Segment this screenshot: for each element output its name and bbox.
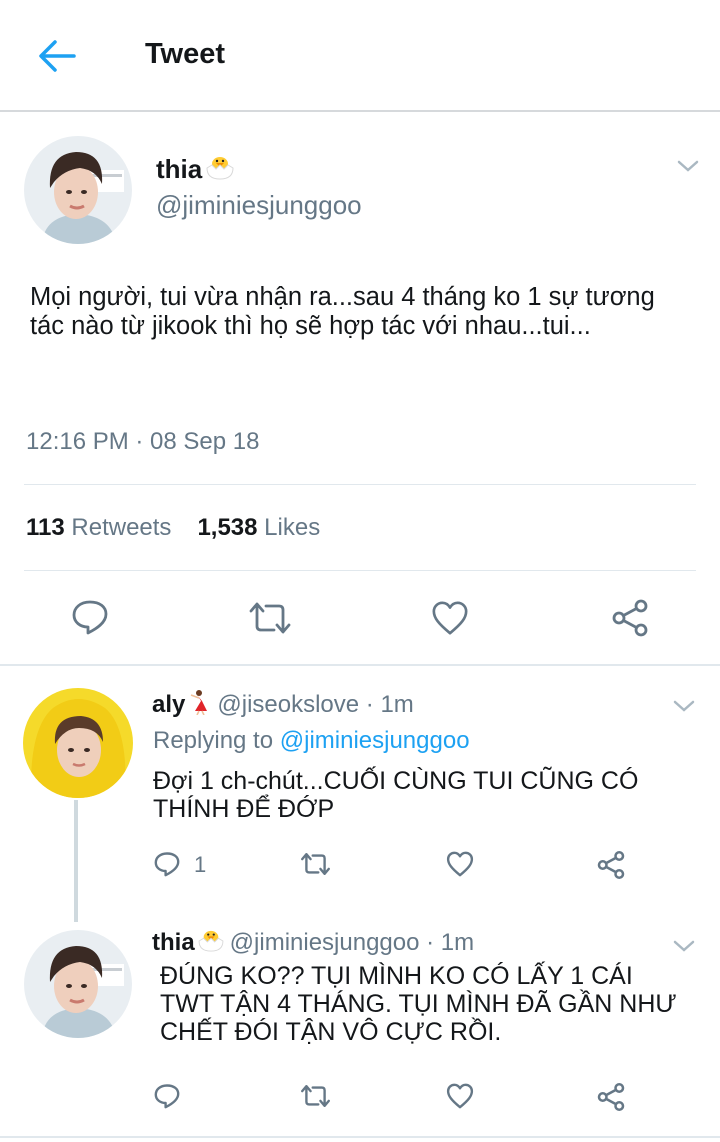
top-bar: Tweet [0,0,720,112]
avatar[interactable] [24,930,132,1038]
retweets-label[interactable]: Retweets [71,514,171,541]
retweets-count[interactable]: 113 [26,514,65,541]
reply-time: · 1m [365,691,414,718]
replying-mention-link[interactable]: @jiminiesjunggoo [280,727,470,754]
hatching-chick-icon [206,157,234,180]
avatar[interactable] [23,688,133,798]
replying-to: Replying to @jiminiesjunggoo [153,727,470,755]
reply-header: thia @jiminiesjunggoo · 1m [152,929,474,957]
reply-author-name[interactable]: thia [152,929,195,956]
avatar[interactable] [24,136,132,244]
reply-icon[interactable] [70,597,110,637]
divider [24,570,696,571]
author-name[interactable]: thia [156,154,236,185]
reply-author-handle[interactable]: @jiseokslove [217,691,359,718]
reply-icon[interactable] [153,1082,181,1110]
bottom-divider [0,1136,720,1138]
like-heart-icon[interactable] [446,850,474,878]
share-icon[interactable] [596,850,626,880]
reply-icon[interactable] [153,850,181,878]
share-icon[interactable] [596,1082,626,1112]
author-handle[interactable]: @jiminiesjunggoo [156,190,362,221]
reply-text: Đợi 1 ch-chút...CUỐI CÙNG TUI CŨNG CÓ TH… [153,767,639,823]
chevron-down-icon[interactable] [672,698,696,714]
chevron-down-icon[interactable] [676,158,700,174]
retweet-icon[interactable] [300,850,331,878]
likes-label[interactable]: Likes [264,514,320,541]
likes-count[interactable]: 1,538 [197,514,257,541]
tweet-stats: 113 Retweets 1,538 Likes [26,514,320,542]
retweet-icon[interactable] [248,598,292,638]
reply-text: ĐÚNG KO?? TỤI MÌNH KO CÓ LẤY 1 CÁI TWT T… [160,962,677,1046]
retweet-icon[interactable] [300,1082,331,1110]
reply-author-name[interactable]: aly [152,691,185,718]
like-heart-icon[interactable] [430,599,470,637]
thread-connector [74,800,78,922]
reply-count[interactable]: 1 [194,852,206,878]
dancer-emoji-icon [191,690,208,716]
tweet-text: Mọi người, tui vừa nhận ra...sau 4 tháng… [30,283,655,340]
chevron-down-icon[interactable] [672,938,696,954]
like-heart-icon[interactable] [446,1082,474,1110]
reply-author-handle[interactable]: @jiminiesjunggoo [230,929,420,956]
divider [24,484,696,485]
page-title: Tweet [145,38,226,70]
tweet-timestamp: 12:16 PM · 08 Sep 18 [26,428,260,455]
reply-time: · 1m [426,929,475,956]
replying-label: Replying to [153,727,274,754]
back-arrow-icon[interactable] [36,38,78,74]
share-icon[interactable] [610,598,650,638]
hatching-chick-icon [198,930,224,952]
section-separator [0,664,720,666]
reply-header: aly @jiseokslove · 1m [152,689,414,719]
